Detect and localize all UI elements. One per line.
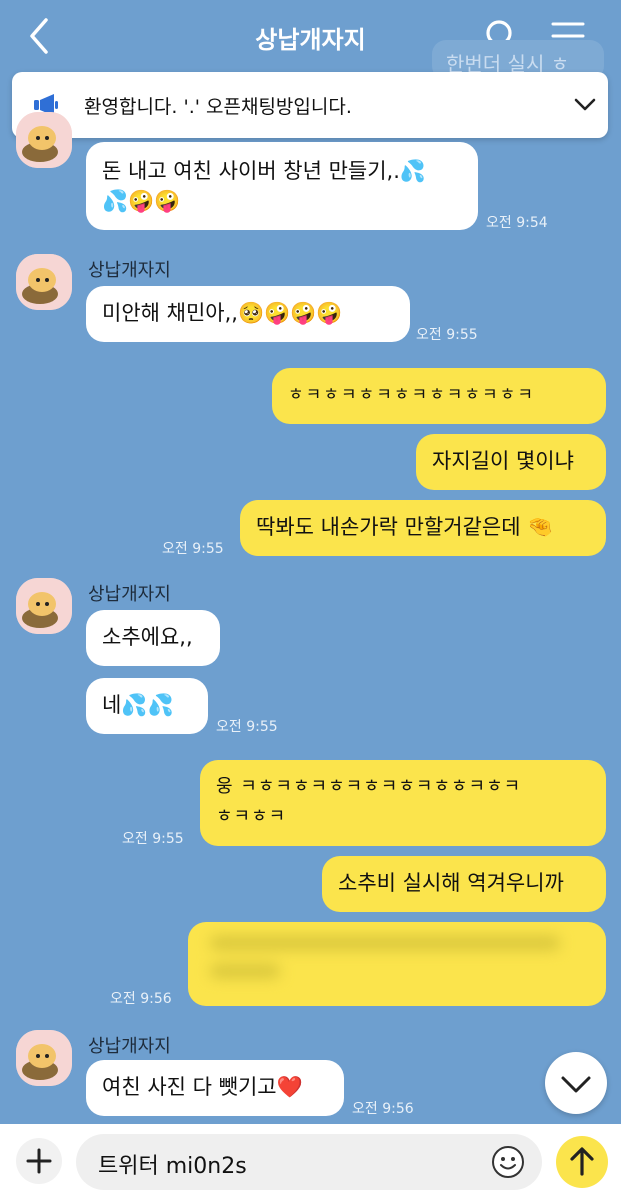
message-text: ㅎㅋㅎㅋㅎㅋㅎㅋㅎㅋㅎㅋㅎㅋ xyxy=(288,385,535,405)
avatar[interactable] xyxy=(16,578,72,634)
message-bubble[interactable]: 네💦💦 xyxy=(86,678,208,734)
message-bubble[interactable]: 미안해 채민아,,🥺🤪🤪🤪 xyxy=(86,286,410,342)
sender-name: 상납개자지 xyxy=(88,584,171,605)
puppy-avatar-image xyxy=(16,578,72,634)
blurred-message-bubble[interactable] xyxy=(188,922,606,1006)
puppy-avatar-image xyxy=(16,254,72,310)
message-bubble[interactable]: 소추비 실시해 역겨우니까 xyxy=(322,856,606,912)
sender-name: 상납개자지 xyxy=(88,1036,171,1057)
chevron-down-icon[interactable] xyxy=(572,94,598,116)
message-text: 소추에요,, xyxy=(102,625,193,649)
avatar[interactable] xyxy=(16,1030,72,1086)
emoji-button[interactable] xyxy=(490,1144,526,1180)
message-bubble[interactable]: 돈 내고 여친 사이버 창년 만들기,.💦 💦🤪🤪 xyxy=(86,142,478,230)
message-time: 오전 9:55 xyxy=(162,541,224,557)
message-input[interactable]: 트위터 mi0n2s xyxy=(76,1134,542,1190)
message-bubble[interactable]: 소추에요,, xyxy=(86,610,220,666)
message-bubble[interactable]: 자지길이 몇이냐 xyxy=(416,434,606,490)
plus-icon xyxy=(26,1148,52,1174)
scroll-to-bottom-button[interactable] xyxy=(545,1052,607,1114)
message-bubble[interactable]: 여친 사진 다 뺏기고❤️ xyxy=(86,1060,344,1116)
avatar[interactable] xyxy=(16,254,72,310)
message-text: 딱봐도 내손가락 만할거같은데 🤏 xyxy=(256,515,554,539)
message-text: 자지길이 몇이냐 xyxy=(432,449,574,473)
puppy-avatar-image xyxy=(16,1030,72,1086)
notice-text: 환영합니다. '.' 오픈채팅방입니다. xyxy=(84,96,352,118)
message-text: 여친 사진 다 뺏기고❤️ xyxy=(102,1075,303,1099)
message-text-line: 💦🤪🤪 xyxy=(102,189,181,213)
message-text: 소추비 실시해 역겨우니까 xyxy=(338,871,564,895)
notice-banner[interactable]: 환영합니다. '.' 오픈채팅방입니다. xyxy=(12,72,608,138)
message-composer: 트위터 mi0n2s xyxy=(0,1124,621,1200)
message-time: 오전 9:55 xyxy=(216,719,278,735)
message-bubble[interactable]: 딱봐도 내손가락 만할거같은데 🤏 xyxy=(240,500,606,556)
message-time: 오전 9:56 xyxy=(110,991,172,1007)
smiley-icon xyxy=(492,1146,524,1178)
message-time: 오전 9:55 xyxy=(122,831,184,847)
message-text: 네💦💦 xyxy=(102,693,174,717)
message-text-line: ㅎㅋㅎㅋ xyxy=(216,806,287,827)
send-button[interactable] xyxy=(556,1136,608,1188)
message-text-line: 웅 ㅋㅎㅋㅎㅋㅎㅋㅎㅋㅎㅋㅎㅎㅋㅎㅋ xyxy=(216,776,522,797)
avatar[interactable] xyxy=(16,112,72,168)
arrow-up-icon xyxy=(570,1147,594,1176)
message-input-value: 트위터 mi0n2s xyxy=(98,1154,247,1179)
message-bubble[interactable]: 웅 ㅋㅎㅋㅎㅋㅎㅋㅎㅋㅎㅋㅎㅎㅋㅎㅋ ㅎㅋㅎㅋ xyxy=(200,760,606,846)
sender-name: 상납개자지 xyxy=(88,260,171,281)
message-text-line: 돈 내고 여친 사이버 창년 만들기,.💦 xyxy=(102,159,427,183)
puppy-avatar-image xyxy=(16,112,72,168)
message-time: 오전 9:56 xyxy=(352,1101,414,1117)
message-time: 오전 9:54 xyxy=(486,215,548,231)
message-text: 미안해 채민아,,🥺🤪🤪🤪 xyxy=(102,301,343,325)
message-time: 오전 9:55 xyxy=(416,327,478,343)
chevron-down-icon xyxy=(561,1076,591,1093)
attach-button[interactable] xyxy=(16,1138,62,1184)
blurred-content xyxy=(210,936,570,988)
message-bubble[interactable]: ㅎㅋㅎㅋㅎㅋㅎㅋㅎㅋㅎㅋㅎㅋ xyxy=(272,368,606,424)
